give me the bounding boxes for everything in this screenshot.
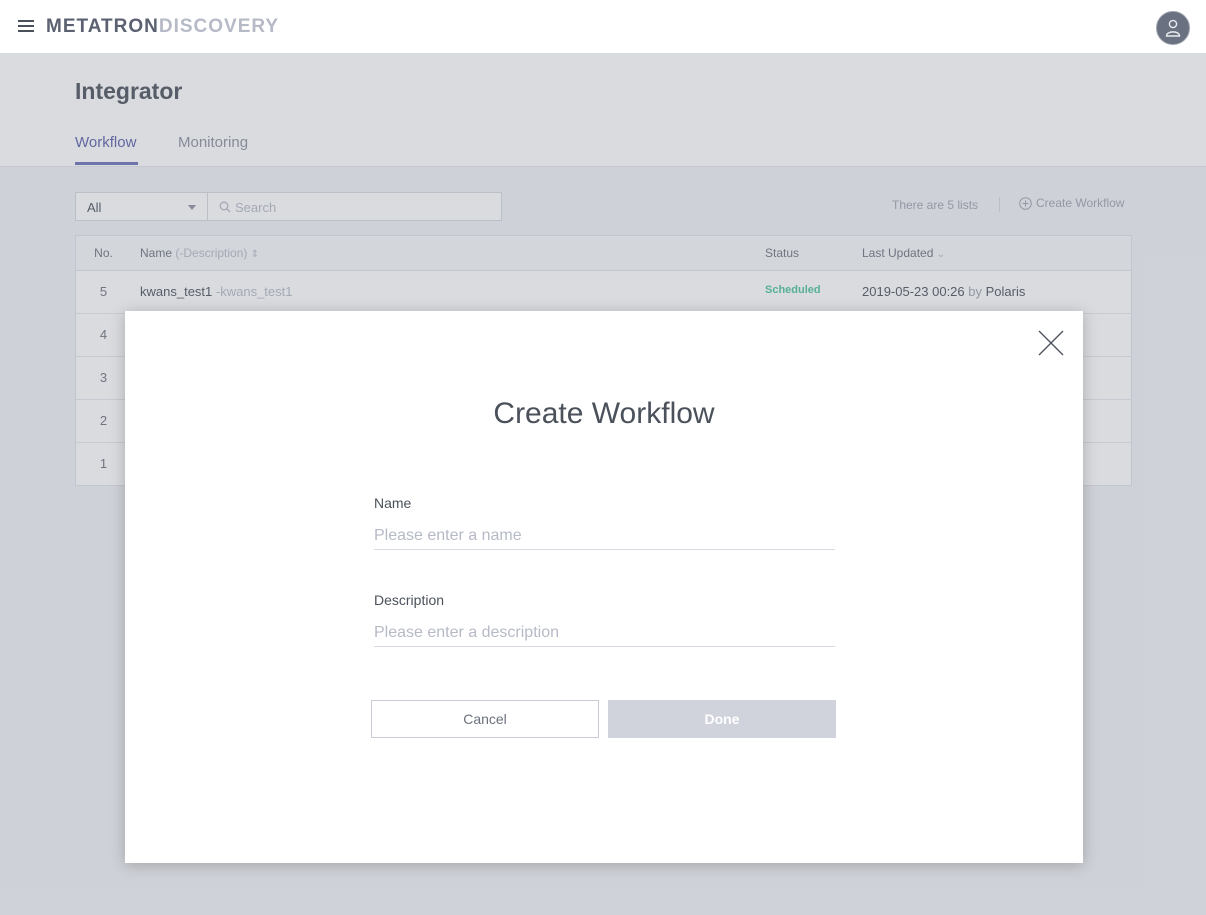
cancel-button[interactable]: Cancel: [371, 700, 599, 738]
description-label: Description: [374, 592, 445, 608]
description-input[interactable]: [374, 620, 835, 647]
menu-icon[interactable]: [18, 19, 34, 33]
logo-primary: METATRON: [46, 16, 159, 37]
user-avatar[interactable]: [1156, 11, 1190, 45]
done-button[interactable]: Done: [608, 700, 836, 738]
close-icon[interactable]: [1038, 330, 1064, 356]
create-workflow-modal: Create Workflow Name Description Cancel …: [125, 311, 1083, 863]
top-bar: METATRONDISCOVERY: [0, 0, 1206, 54]
logo[interactable]: METATRONDISCOVERY: [46, 16, 279, 38]
user-icon: [1165, 19, 1181, 37]
name-input[interactable]: [374, 523, 835, 550]
name-label: Name: [374, 495, 412, 511]
modal-title: Create Workflow: [493, 397, 715, 430]
logo-secondary: DISCOVERY: [158, 16, 280, 37]
